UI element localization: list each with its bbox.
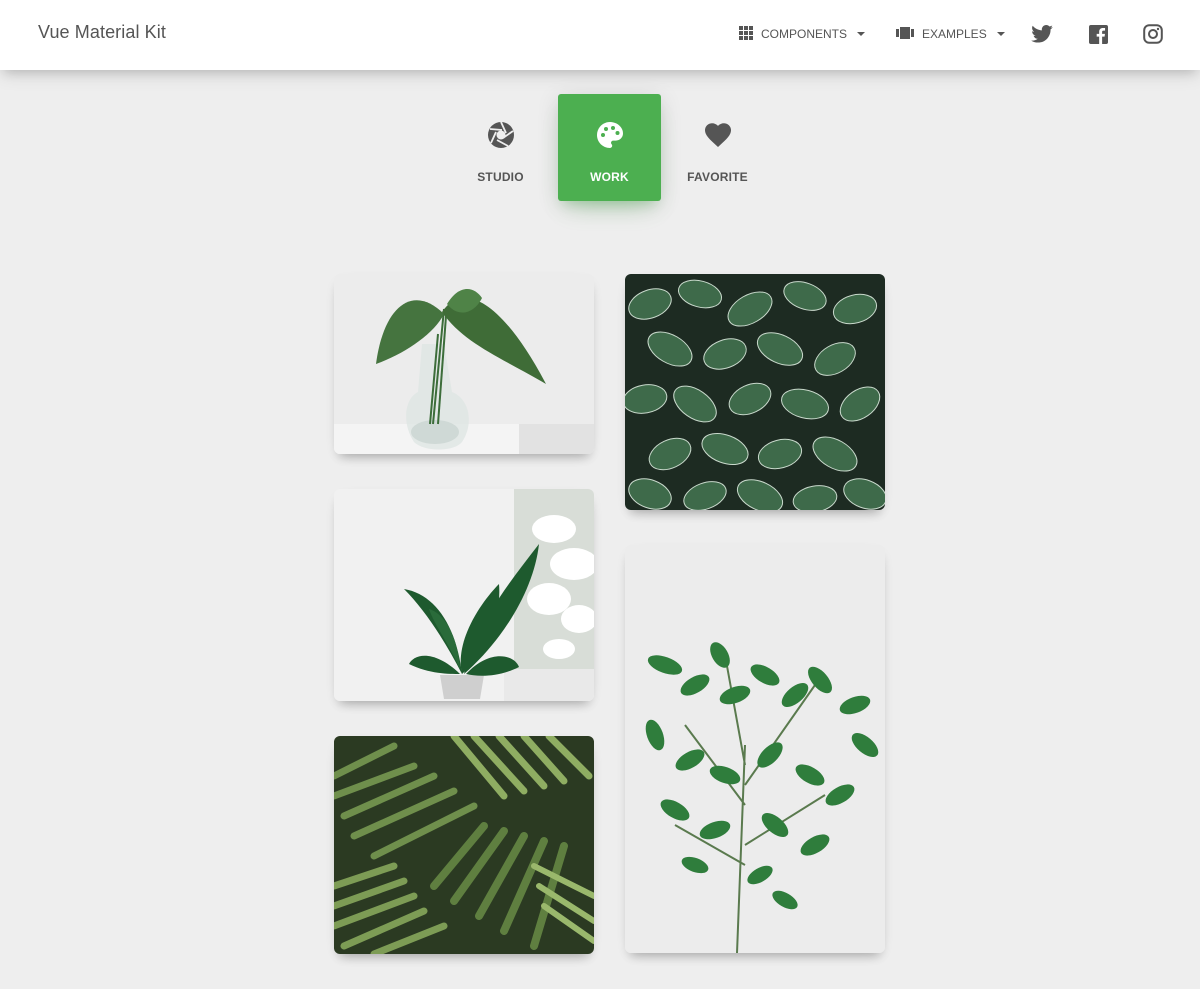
- view-carousel-icon: [896, 26, 914, 43]
- examples-label: EXAMPLES: [922, 27, 987, 41]
- tab-label: STUDIO: [477, 170, 524, 184]
- twitter-icon[interactable]: [1030, 22, 1054, 46]
- heart-icon: [703, 120, 733, 150]
- brand-title[interactable]: Vue Material Kit: [38, 22, 166, 43]
- gallery-image-fittonia[interactable]: [625, 274, 885, 510]
- navbar: Vue Material Kit COMPONENTS EXAMPLES: [0, 0, 1200, 70]
- gallery-image-potted-plant[interactable]: [334, 489, 594, 701]
- caret-down-icon: [996, 32, 1005, 36]
- instagram-icon[interactable]: [1141, 22, 1165, 46]
- grid-icon: [739, 25, 753, 43]
- gallery-image-plant-vase[interactable]: [334, 274, 594, 454]
- tab-work[interactable]: WORK: [558, 94, 661, 201]
- tab-label: WORK: [590, 170, 629, 184]
- tab-favorite[interactable]: FAVORITE: [666, 94, 769, 201]
- gallery-image-branch-plant[interactable]: [625, 545, 885, 953]
- caret-down-icon: [857, 32, 866, 36]
- camera-aperture-icon: [486, 120, 516, 150]
- tab-label: FAVORITE: [687, 170, 748, 184]
- components-label: COMPONENTS: [761, 27, 848, 41]
- profile-tabs: STUDIO WORK FAVORITE: [450, 94, 750, 201]
- tab-studio[interactable]: STUDIO: [449, 94, 552, 201]
- palette-icon: [595, 120, 625, 150]
- examples-dropdown[interactable]: EXAMPLES: [896, 24, 1005, 44]
- facebook-icon[interactable]: [1086, 22, 1110, 46]
- components-dropdown[interactable]: COMPONENTS: [739, 24, 866, 44]
- gallery-image-palm-leaves[interactable]: [334, 736, 594, 954]
